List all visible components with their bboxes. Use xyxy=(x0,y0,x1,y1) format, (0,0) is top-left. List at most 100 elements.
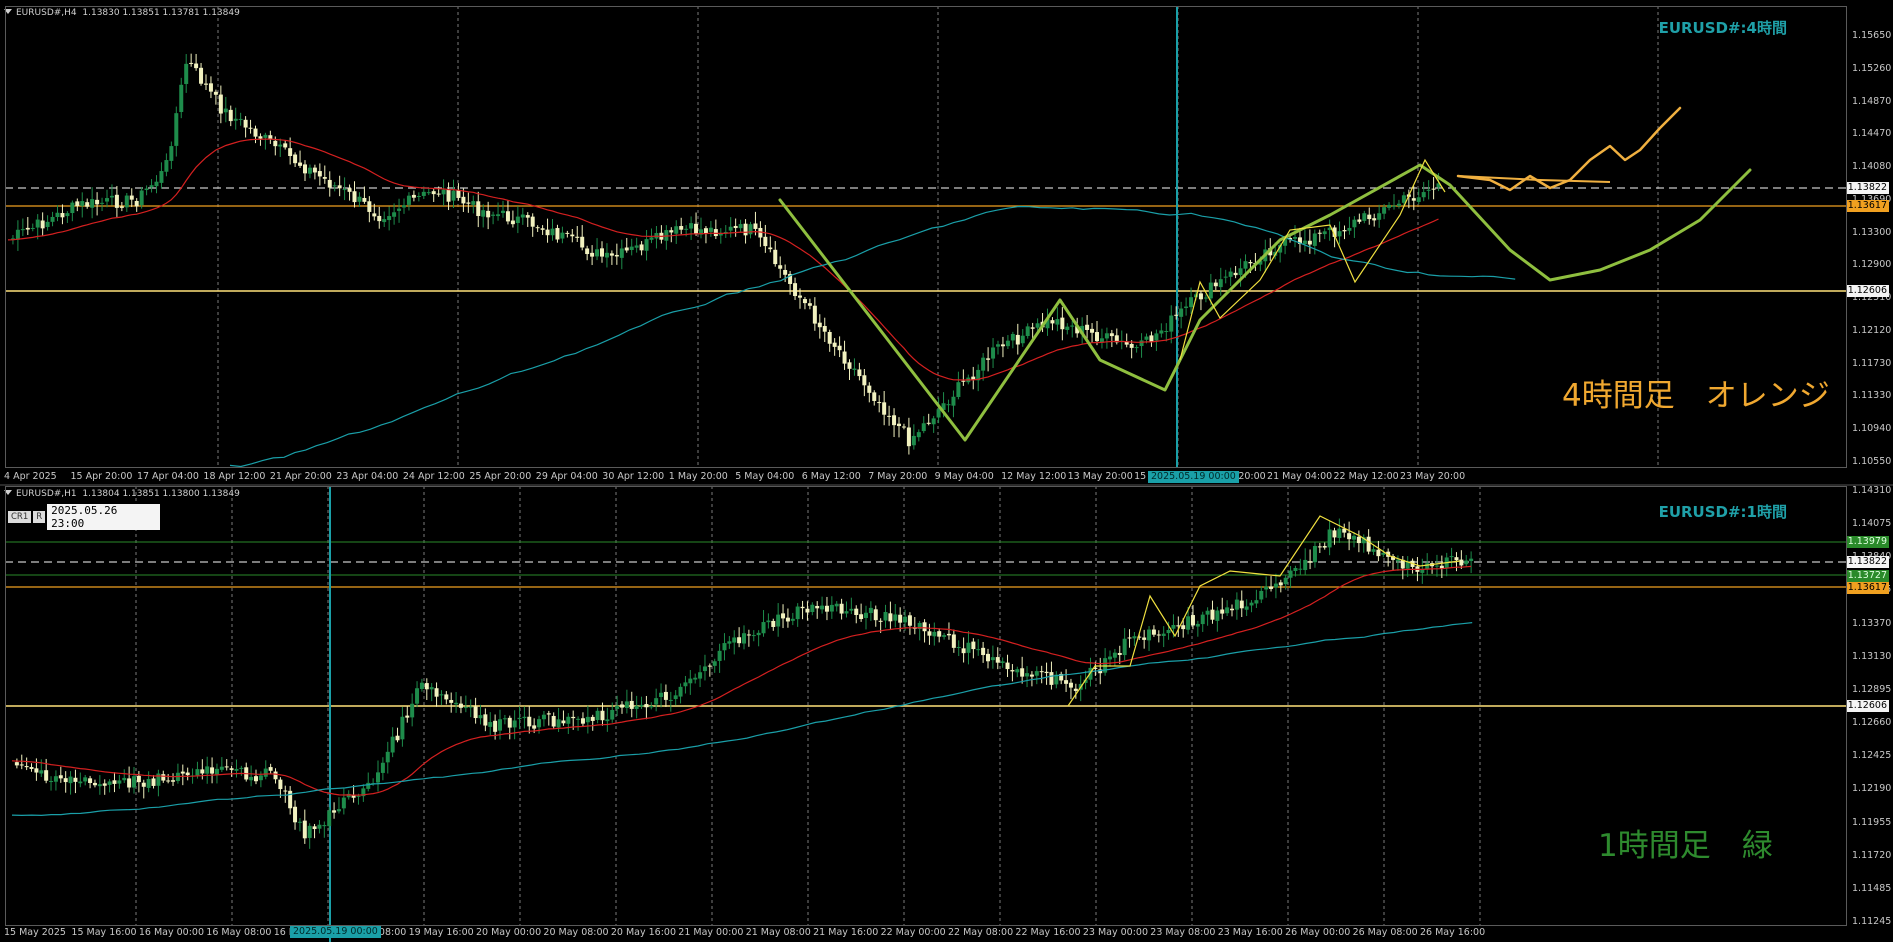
h1-candle-body xyxy=(449,700,454,703)
h1-candle-body xyxy=(1147,629,1152,641)
h4-time-tick: 22 May 12:00 xyxy=(1333,471,1399,482)
h4-candle-body xyxy=(629,246,634,250)
h1-candle-body xyxy=(415,688,420,704)
h1-candle-body xyxy=(1156,634,1161,636)
h4-candle-body xyxy=(303,164,307,174)
h1-price-tick: 1.14075 xyxy=(1852,518,1892,530)
h1-candle-body xyxy=(1034,671,1039,676)
h1-candle-body xyxy=(1244,606,1249,610)
h4-price-tick: 1.12900 xyxy=(1852,259,1892,271)
h1-candle-body xyxy=(829,604,834,612)
h4-candle-body xyxy=(288,148,293,157)
h4-candle-body xyxy=(1149,335,1154,342)
h4-candle-body xyxy=(872,392,877,401)
h1-candle-body xyxy=(654,698,659,705)
h4-candle-body xyxy=(921,423,926,432)
h4-candle-body xyxy=(1293,237,1297,239)
h1-candle-body xyxy=(1166,629,1171,634)
h1-candle-body xyxy=(649,705,654,708)
h4-candle-body xyxy=(862,375,867,386)
h4-time-tick: 29 Apr 04:00 xyxy=(535,471,598,482)
h1-candle-body xyxy=(756,632,761,636)
h1-price-tick: 1.12660 xyxy=(1852,717,1892,729)
h4-candle-body xyxy=(1352,219,1357,228)
h4-candle-body xyxy=(793,283,798,297)
h4-candle-body xyxy=(515,216,520,224)
h4-candle-body xyxy=(347,188,352,192)
h1-candle-body xyxy=(19,764,24,766)
h1-candle-body xyxy=(922,622,927,632)
h4-candle-body xyxy=(1238,268,1243,276)
h1-candle-body xyxy=(136,775,141,783)
h4-chart-header: EURUSD#,H4 1.13830 1.13851 1.13781 1.138… xyxy=(4,8,240,18)
h4-time-tick: 25 Apr 20:00 xyxy=(469,471,532,482)
h4-candle-body xyxy=(1411,198,1416,201)
h4-candle-body xyxy=(1307,240,1312,245)
h4-candle-body xyxy=(1010,333,1015,341)
h4-candle-body xyxy=(416,196,421,198)
h4-candle-body xyxy=(1431,188,1436,190)
h1-candle-body xyxy=(63,778,68,783)
h4-candle-body xyxy=(1035,323,1040,328)
h4-candle-body xyxy=(585,248,590,255)
h1-candle-body xyxy=(888,613,893,622)
h4-candle-body xyxy=(768,247,773,250)
h1-time-tick: 26 May 00:00 xyxy=(1285,927,1351,938)
h1-candle-body xyxy=(883,612,888,621)
h1-candle-body xyxy=(356,795,361,797)
h4-candle-body xyxy=(367,201,372,212)
r-button[interactable]: R xyxy=(33,511,46,523)
h4-chart-panel[interactable]: EURUSD#,H4 1.13830 1.13851 1.13781 1.138… xyxy=(0,0,1893,484)
h4-candle-body xyxy=(307,167,312,174)
h4-candle-body xyxy=(362,197,367,202)
collapse-triangle-icon[interactable] xyxy=(4,490,12,495)
h1-candle-body xyxy=(551,715,556,727)
h1-candle-body xyxy=(1449,556,1454,558)
h1-candle-body xyxy=(1464,560,1469,565)
h1-candle-body xyxy=(742,633,746,644)
h1-candle-body xyxy=(512,720,517,728)
h1-candle-body xyxy=(1434,565,1439,567)
h1-candle-body xyxy=(1454,557,1459,561)
h4-candle-body xyxy=(337,185,342,189)
h1-candle-body xyxy=(946,633,951,636)
h1-candle-body xyxy=(951,634,956,648)
h4-price-tick: 1.10940 xyxy=(1852,423,1892,435)
h4-candle-body xyxy=(273,140,278,147)
h1-candle-body xyxy=(1215,610,1220,621)
h1-candle-body xyxy=(707,665,712,667)
h4-time-tick: 23 Apr 04:00 xyxy=(336,471,399,482)
h1-candle-body xyxy=(278,779,283,790)
h4-candle-body xyxy=(342,189,347,191)
h4-candle-body xyxy=(100,202,105,204)
h4-candle-body xyxy=(614,254,619,257)
h1-candle-body xyxy=(785,617,790,622)
h1-chart-panel[interactable]: EURUSD#,H1 1.13804 1.13851 1.13800 1.138… xyxy=(0,486,1893,942)
h4-candle-body xyxy=(590,252,595,257)
h1-candle-body xyxy=(927,631,932,636)
cr1-button[interactable]: CR1 xyxy=(8,511,32,523)
h4-time-tick: 1 May 20:00 xyxy=(668,471,728,482)
h1-candle-body xyxy=(556,719,561,728)
h1-candle-body xyxy=(229,768,234,770)
h1-candle-body xyxy=(932,631,937,637)
h1-candle-body xyxy=(454,702,459,705)
h1-candle-body xyxy=(1005,662,1010,670)
h4-candle-body xyxy=(798,295,802,298)
h1-time-tick: 23 May 00:00 xyxy=(1082,927,1148,938)
h4-time-tick: 15 Apr 20:00 xyxy=(70,471,133,482)
collapse-triangle-icon[interactable] xyxy=(4,9,12,14)
h1-candle-body xyxy=(1254,600,1259,604)
h4-candle-body xyxy=(332,185,337,187)
h1-chart-header: EURUSD#,H1 1.13804 1.13851 1.13800 1.138… xyxy=(4,489,240,499)
h1-chart-canvas[interactable] xyxy=(0,486,1893,942)
h4-candle-body xyxy=(595,249,600,257)
h4-candle-body xyxy=(1357,219,1362,222)
h1-time-tick: 21 May 16:00 xyxy=(813,927,879,938)
h1-candle-body xyxy=(58,775,63,779)
h1-candle-body xyxy=(1332,530,1337,538)
h4-candle-body xyxy=(832,342,837,347)
h1-symbol-title: EURUSD#:1時間 xyxy=(1658,503,1787,521)
h1-time-tick: 22 May 16:00 xyxy=(1015,927,1081,938)
h4-candle-body xyxy=(90,199,95,208)
